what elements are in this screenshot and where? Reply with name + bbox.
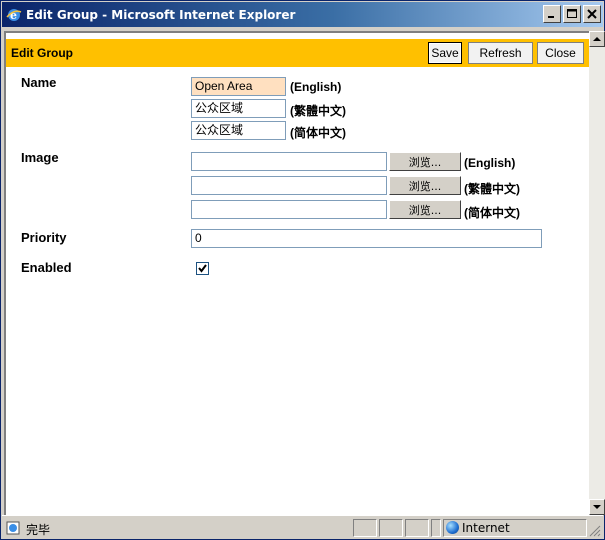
minimize-button[interactable] xyxy=(543,5,561,23)
name-english-suffix: (English) xyxy=(290,80,342,94)
status-panel-4 xyxy=(431,519,441,537)
vertical-scrollbar[interactable] xyxy=(589,31,605,515)
window-title: Edit Group - Microsoft Internet Explorer xyxy=(26,7,296,22)
priority-input[interactable]: 0 xyxy=(191,229,542,248)
name-traditional-input[interactable]: 公众区域 xyxy=(191,99,286,118)
status-bar: 完毕 Internet xyxy=(2,515,603,539)
maximize-button[interactable] xyxy=(563,5,581,23)
close-icon xyxy=(587,9,597,19)
scroll-up-button[interactable] xyxy=(589,31,605,47)
image-traditional-input[interactable] xyxy=(191,176,387,195)
save-button[interactable]: Save xyxy=(428,42,462,64)
header-bar: Edit Group Save Refresh Close xyxy=(6,39,589,67)
name-traditional-suffix: (繁體中文) xyxy=(290,104,346,118)
refresh-button[interactable]: Refresh xyxy=(468,42,533,64)
close-button[interactable]: Close xyxy=(537,42,584,64)
status-panel-1 xyxy=(353,519,377,537)
page-content: Edit Group Save Refresh Close Name Open … xyxy=(4,31,589,515)
internet-globe-icon xyxy=(446,521,459,534)
arrow-up-icon xyxy=(593,37,601,41)
name-english-input[interactable]: Open Area xyxy=(191,77,286,96)
name-simplified-suffix: (简体中文) xyxy=(290,126,346,140)
close-window-button[interactable] xyxy=(583,5,601,23)
image-traditional-suffix: (繁體中文) xyxy=(464,182,520,196)
image-simplified-browse-button[interactable]: 浏览... xyxy=(389,200,461,219)
enabled-checkbox[interactable] xyxy=(196,262,209,275)
image-simplified-suffix: (简体中文) xyxy=(464,206,520,220)
maximize-icon xyxy=(567,9,577,18)
scroll-down-button[interactable] xyxy=(589,499,605,515)
page-title: Edit Group xyxy=(11,46,73,60)
image-traditional-browse-button[interactable]: 浏览... xyxy=(389,176,461,195)
ie-icon: e xyxy=(6,7,22,23)
image-simplified-input[interactable] xyxy=(191,200,387,219)
zone-text: Internet xyxy=(462,521,510,535)
title-bar[interactable]: e Edit Group - Microsoft Internet Explor… xyxy=(2,2,603,27)
status-text: 完毕 xyxy=(26,523,51,537)
page-done-icon xyxy=(6,521,22,535)
image-label: Image xyxy=(21,150,59,165)
minimize-icon xyxy=(548,16,554,18)
enabled-label: Enabled xyxy=(21,260,72,275)
image-english-input[interactable] xyxy=(191,152,387,171)
browser-window: e Edit Group - Microsoft Internet Explor… xyxy=(0,0,605,540)
checkmark-icon xyxy=(198,264,207,273)
image-english-suffix: (English) xyxy=(464,156,516,170)
name-label: Name xyxy=(21,75,57,90)
priority-label: Priority xyxy=(21,230,67,245)
name-simplified-input[interactable]: 公众区域 xyxy=(191,121,286,140)
resize-grip-icon[interactable] xyxy=(589,525,601,537)
status-panel-2 xyxy=(379,519,403,537)
image-english-browse-button[interactable]: 浏览... xyxy=(389,152,461,171)
arrow-down-icon xyxy=(593,505,601,509)
status-panel-3 xyxy=(405,519,429,537)
